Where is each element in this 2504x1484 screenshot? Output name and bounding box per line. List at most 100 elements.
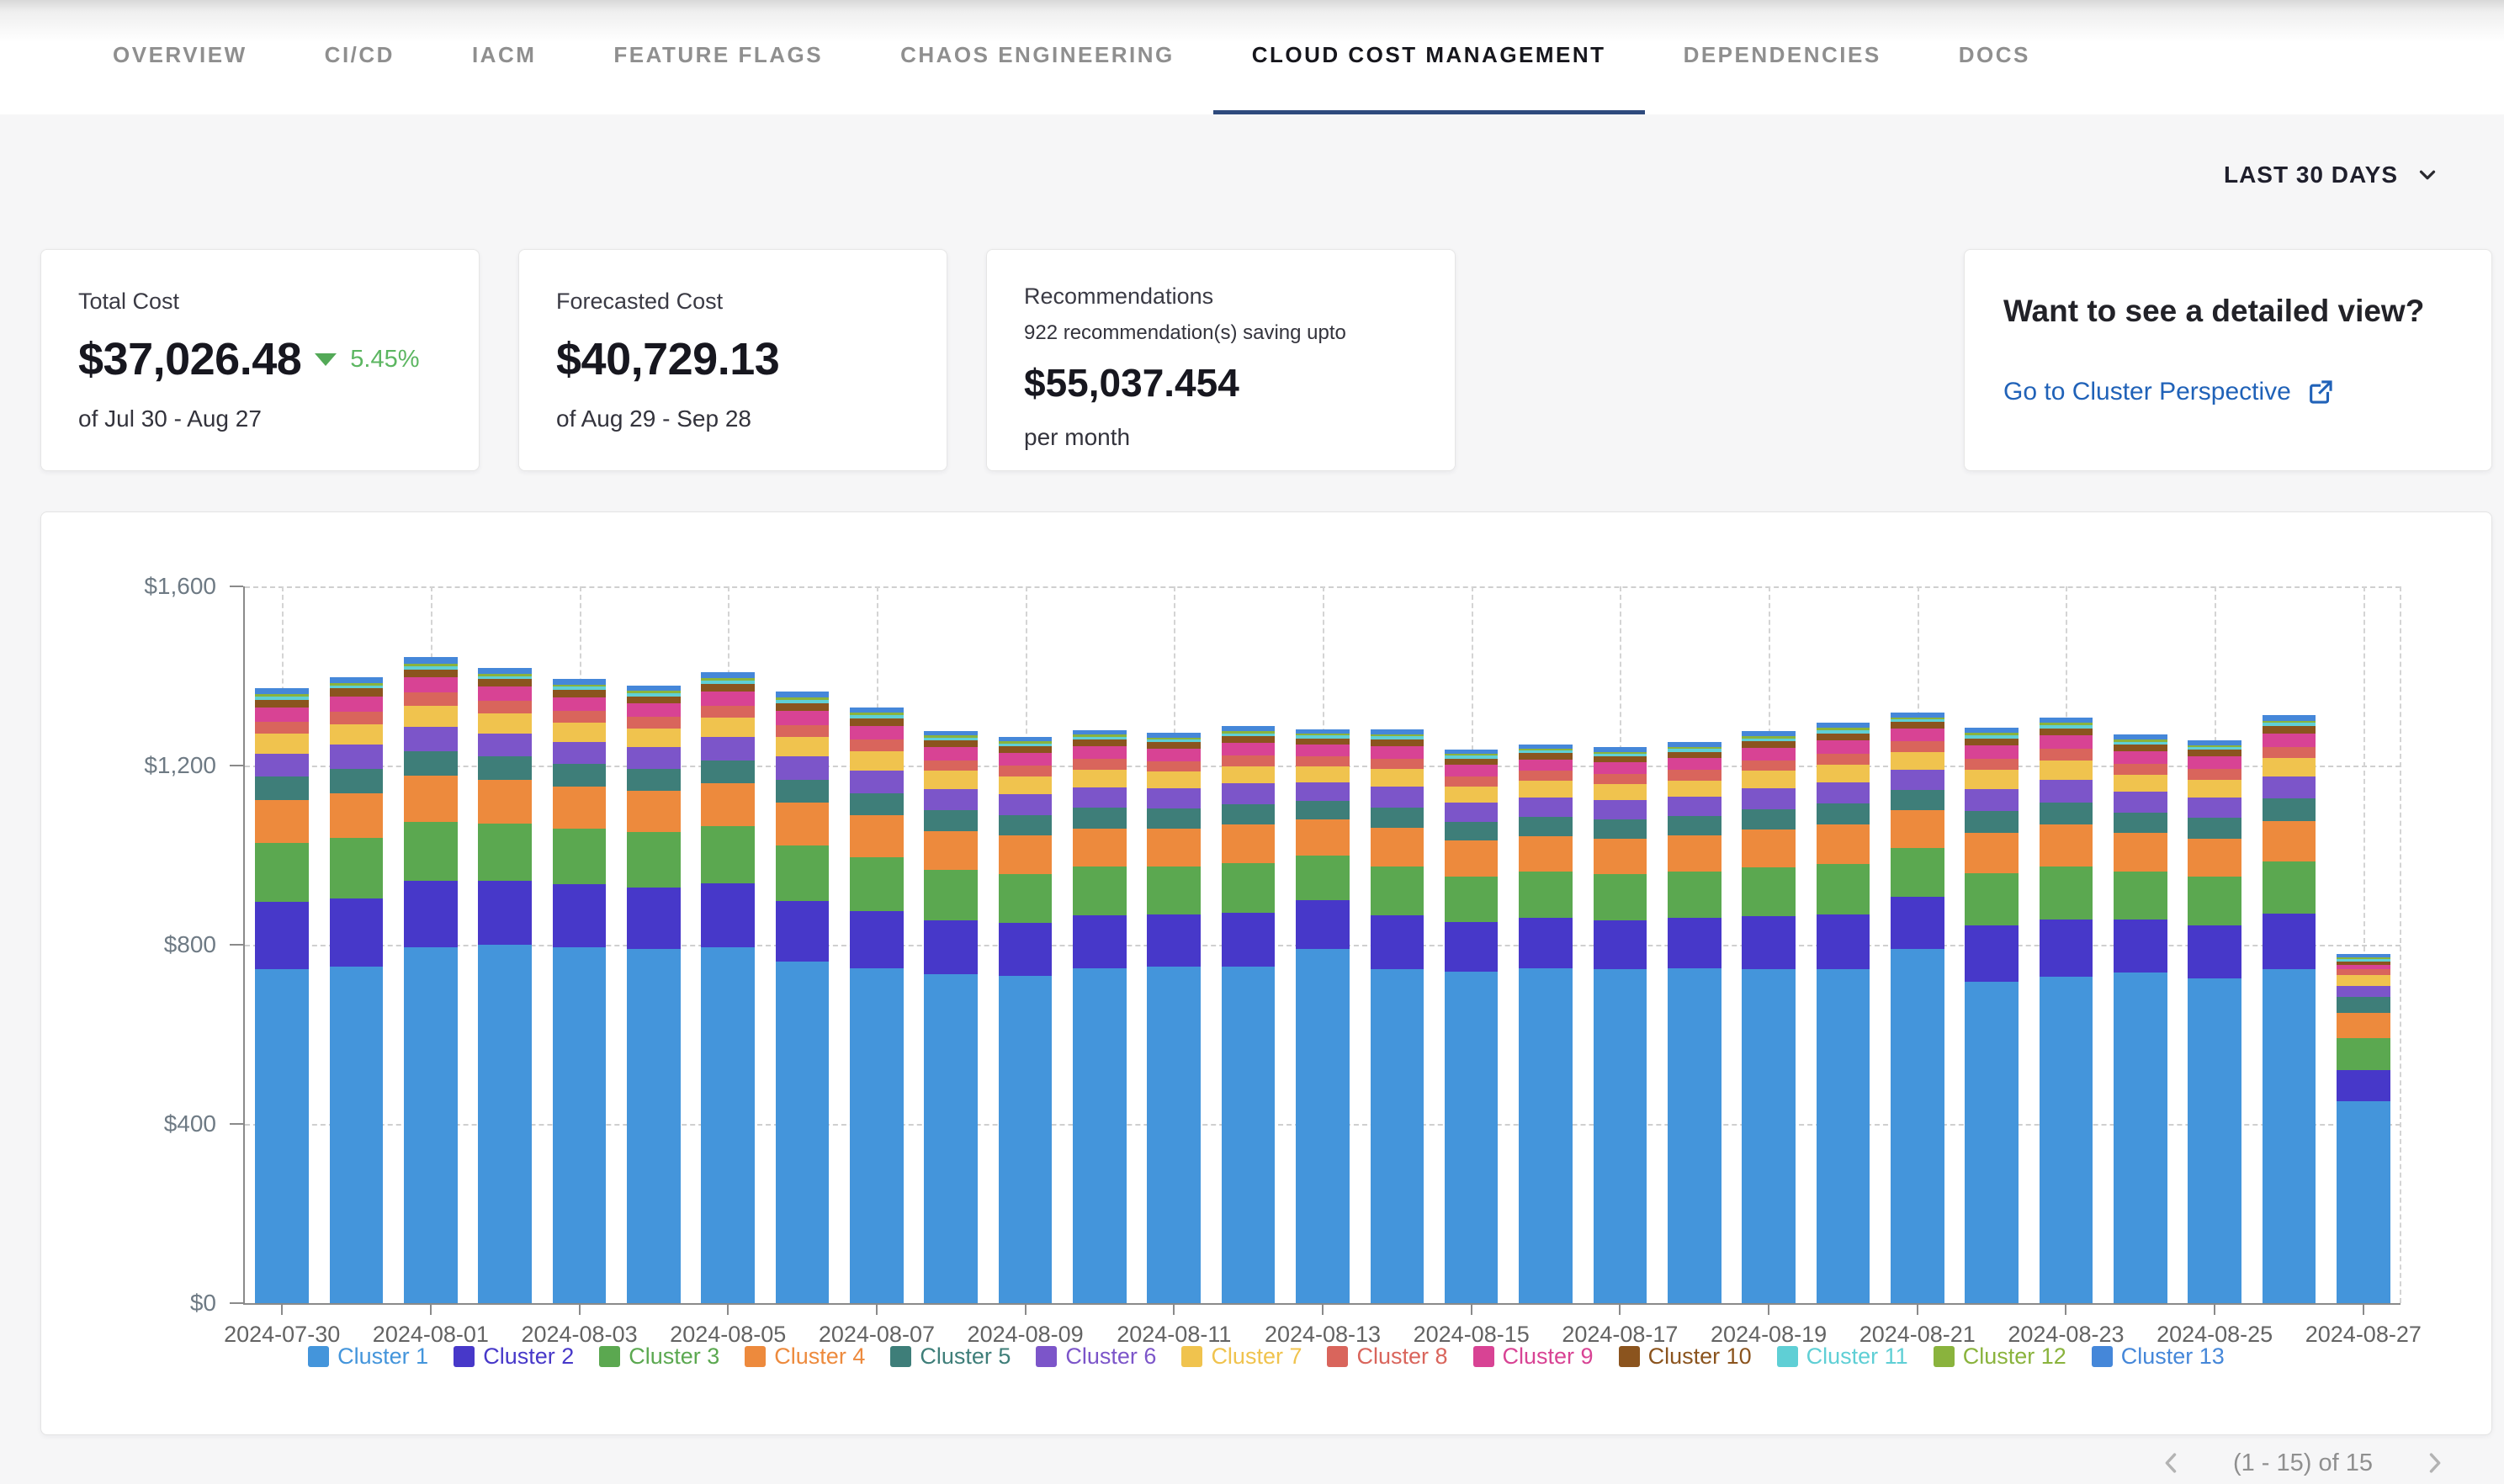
bar-segment-cluster-3 — [1742, 867, 1796, 916]
bar-segment-cluster-8 — [776, 725, 830, 737]
bar-segment-cluster-4 — [2114, 833, 2167, 871]
bar-slot-2024-08-26 — [2252, 586, 2326, 1303]
legend-label: Cluster 5 — [920, 1344, 1011, 1370]
bar-2024-08-18[interactable] — [1668, 742, 1722, 1303]
bar-2024-08-12[interactable] — [1222, 726, 1276, 1303]
bar-2024-08-13[interactable] — [1296, 729, 1350, 1303]
bar-segment-cluster-9 — [2188, 756, 2241, 769]
bar-segment-cluster-8 — [627, 717, 681, 729]
bar-segment-cluster-1 — [999, 976, 1053, 1303]
legend-item-cluster-4[interactable]: Cluster 4 — [745, 1344, 865, 1370]
bar-2024-08-08[interactable] — [924, 731, 978, 1303]
bar-segment-cluster-4 — [1519, 836, 1573, 872]
bar-2024-08-26[interactable] — [2263, 715, 2316, 1303]
bar-2024-08-11[interactable] — [1147, 733, 1201, 1303]
bar-slot-2024-08-12 — [1211, 586, 1285, 1303]
bar-2024-08-06[interactable] — [776, 692, 830, 1303]
bar-2024-08-07[interactable] — [850, 708, 904, 1303]
bar-segment-cluster-6 — [1742, 788, 1796, 808]
prev-page-button[interactable] — [2157, 1449, 2186, 1477]
next-page-button[interactable] — [2420, 1449, 2448, 1477]
bar-2024-08-25[interactable] — [2188, 740, 2241, 1303]
legend-item-cluster-1[interactable]: Cluster 1 — [308, 1344, 428, 1370]
cluster-perspective-link-label: Go to Cluster Perspective — [2003, 378, 2291, 406]
bar-2024-08-19[interactable] — [1742, 731, 1796, 1303]
tab-chaos-engineering[interactable]: CHAOS ENGINEERING — [862, 0, 1213, 114]
time-range-dropdown[interactable]: LAST 30 DAYS — [2224, 162, 2440, 188]
legend-item-cluster-11[interactable]: Cluster 11 — [1777, 1344, 1908, 1370]
bar-segment-cluster-7 — [2188, 780, 2241, 798]
bar-2024-08-23[interactable] — [2040, 718, 2093, 1303]
legend-item-cluster-13[interactable]: Cluster 13 — [2092, 1344, 2225, 1370]
forecasted-cost-title: Forecasted Cost — [556, 289, 910, 315]
bar-2024-08-05[interactable] — [701, 672, 755, 1303]
bar-2024-08-09[interactable] — [999, 737, 1053, 1304]
bar-segment-cluster-4 — [2188, 839, 2241, 877]
bar-2024-08-22[interactable] — [1965, 728, 2019, 1303]
bar-segment-cluster-5 — [2337, 997, 2390, 1013]
bar-segment-cluster-6 — [1965, 789, 2019, 811]
bar-segment-cluster-7 — [627, 729, 681, 747]
bar-segment-cluster-4 — [404, 776, 458, 821]
bar-segment-cluster-13 — [330, 677, 384, 683]
bar-2024-08-27[interactable] — [2337, 954, 2390, 1303]
bar-2024-07-31[interactable] — [330, 677, 384, 1303]
tab-dependencies[interactable]: DEPENDENCIES — [1645, 0, 1920, 114]
bar-2024-08-03[interactable] — [553, 679, 607, 1303]
bar-segment-cluster-3 — [330, 838, 384, 898]
bar-segment-cluster-6 — [776, 756, 830, 779]
bar-segment-cluster-2 — [999, 923, 1053, 976]
bar-segment-cluster-8 — [1445, 776, 1499, 787]
bar-segment-cluster-8 — [1519, 771, 1573, 781]
legend-item-cluster-10[interactable]: Cluster 10 — [1619, 1344, 1752, 1370]
legend-item-cluster-8[interactable]: Cluster 8 — [1327, 1344, 1447, 1370]
legend-item-cluster-5[interactable]: Cluster 5 — [890, 1344, 1011, 1370]
bar-segment-cluster-2 — [850, 911, 904, 968]
bar-2024-08-10[interactable] — [1073, 730, 1127, 1303]
bar-segment-cluster-10 — [1519, 753, 1573, 759]
bar-segment-cluster-5 — [1222, 804, 1276, 824]
bar-2024-08-15[interactable] — [1445, 750, 1499, 1303]
bar-slot-2024-08-04 — [617, 586, 691, 1303]
bar-segment-cluster-1 — [2337, 1101, 2390, 1303]
legend-item-cluster-6[interactable]: Cluster 6 — [1036, 1344, 1156, 1370]
x-tick-2024-08-23 — [2065, 1305, 2066, 1315]
x-tick-2024-08-03 — [579, 1305, 581, 1315]
bar-segment-cluster-4 — [2337, 1013, 2390, 1038]
bar-segment-cluster-8 — [404, 692, 458, 705]
external-link-icon — [2306, 378, 2335, 406]
bar-slot-2024-07-31 — [319, 586, 393, 1303]
legend-item-cluster-12[interactable]: Cluster 12 — [1934, 1344, 2066, 1370]
tab-feature-flags[interactable]: FEATURE FLAGS — [575, 0, 862, 114]
legend-item-cluster-3[interactable]: Cluster 3 — [599, 1344, 719, 1370]
bar-2024-08-04[interactable] — [627, 686, 681, 1303]
legend-item-cluster-7[interactable]: Cluster 7 — [1181, 1344, 1302, 1370]
cluster-perspective-link[interactable]: Go to Cluster Perspective — [2003, 378, 2453, 406]
bar-segment-cluster-2 — [553, 884, 607, 947]
bar-segment-cluster-2 — [627, 888, 681, 949]
tab-ci-cd[interactable]: CI/CD — [286, 0, 433, 114]
legend-item-cluster-2[interactable]: Cluster 2 — [454, 1344, 574, 1370]
tab-docs[interactable]: DOCS — [1920, 0, 2069, 114]
legend-item-cluster-9[interactable]: Cluster 9 — [1473, 1344, 1594, 1370]
bar-segment-cluster-8 — [1742, 761, 1796, 771]
bar-2024-08-14[interactable] — [1371, 729, 1424, 1303]
bar-slot-2024-08-27 — [2326, 586, 2401, 1303]
x-tick-2024-08-25 — [2214, 1305, 2215, 1315]
bar-2024-08-02[interactable] — [478, 668, 532, 1303]
bar-2024-08-21[interactable] — [1891, 713, 1944, 1303]
bar-2024-07-30[interactable] — [255, 688, 309, 1303]
bar-segment-cluster-1 — [1147, 967, 1201, 1303]
bar-2024-08-16[interactable] — [1519, 745, 1573, 1303]
bar-segment-cluster-5 — [1668, 816, 1722, 835]
bar-segment-cluster-5 — [850, 793, 904, 816]
bar-2024-08-24[interactable] — [2114, 734, 2167, 1303]
tab-cloud-cost-management[interactable]: CLOUD COST MANAGEMENT — [1213, 0, 1645, 114]
bar-segment-cluster-6 — [1296, 782, 1350, 801]
tab-overview[interactable]: OVERVIEW — [74, 0, 286, 114]
bar-2024-08-17[interactable] — [1594, 747, 1647, 1303]
tab-iacm[interactable]: IACM — [433, 0, 575, 114]
bar-2024-08-20[interactable] — [1817, 723, 1870, 1303]
bar-2024-08-01[interactable] — [404, 657, 458, 1303]
bar-segment-cluster-5 — [478, 756, 532, 780]
